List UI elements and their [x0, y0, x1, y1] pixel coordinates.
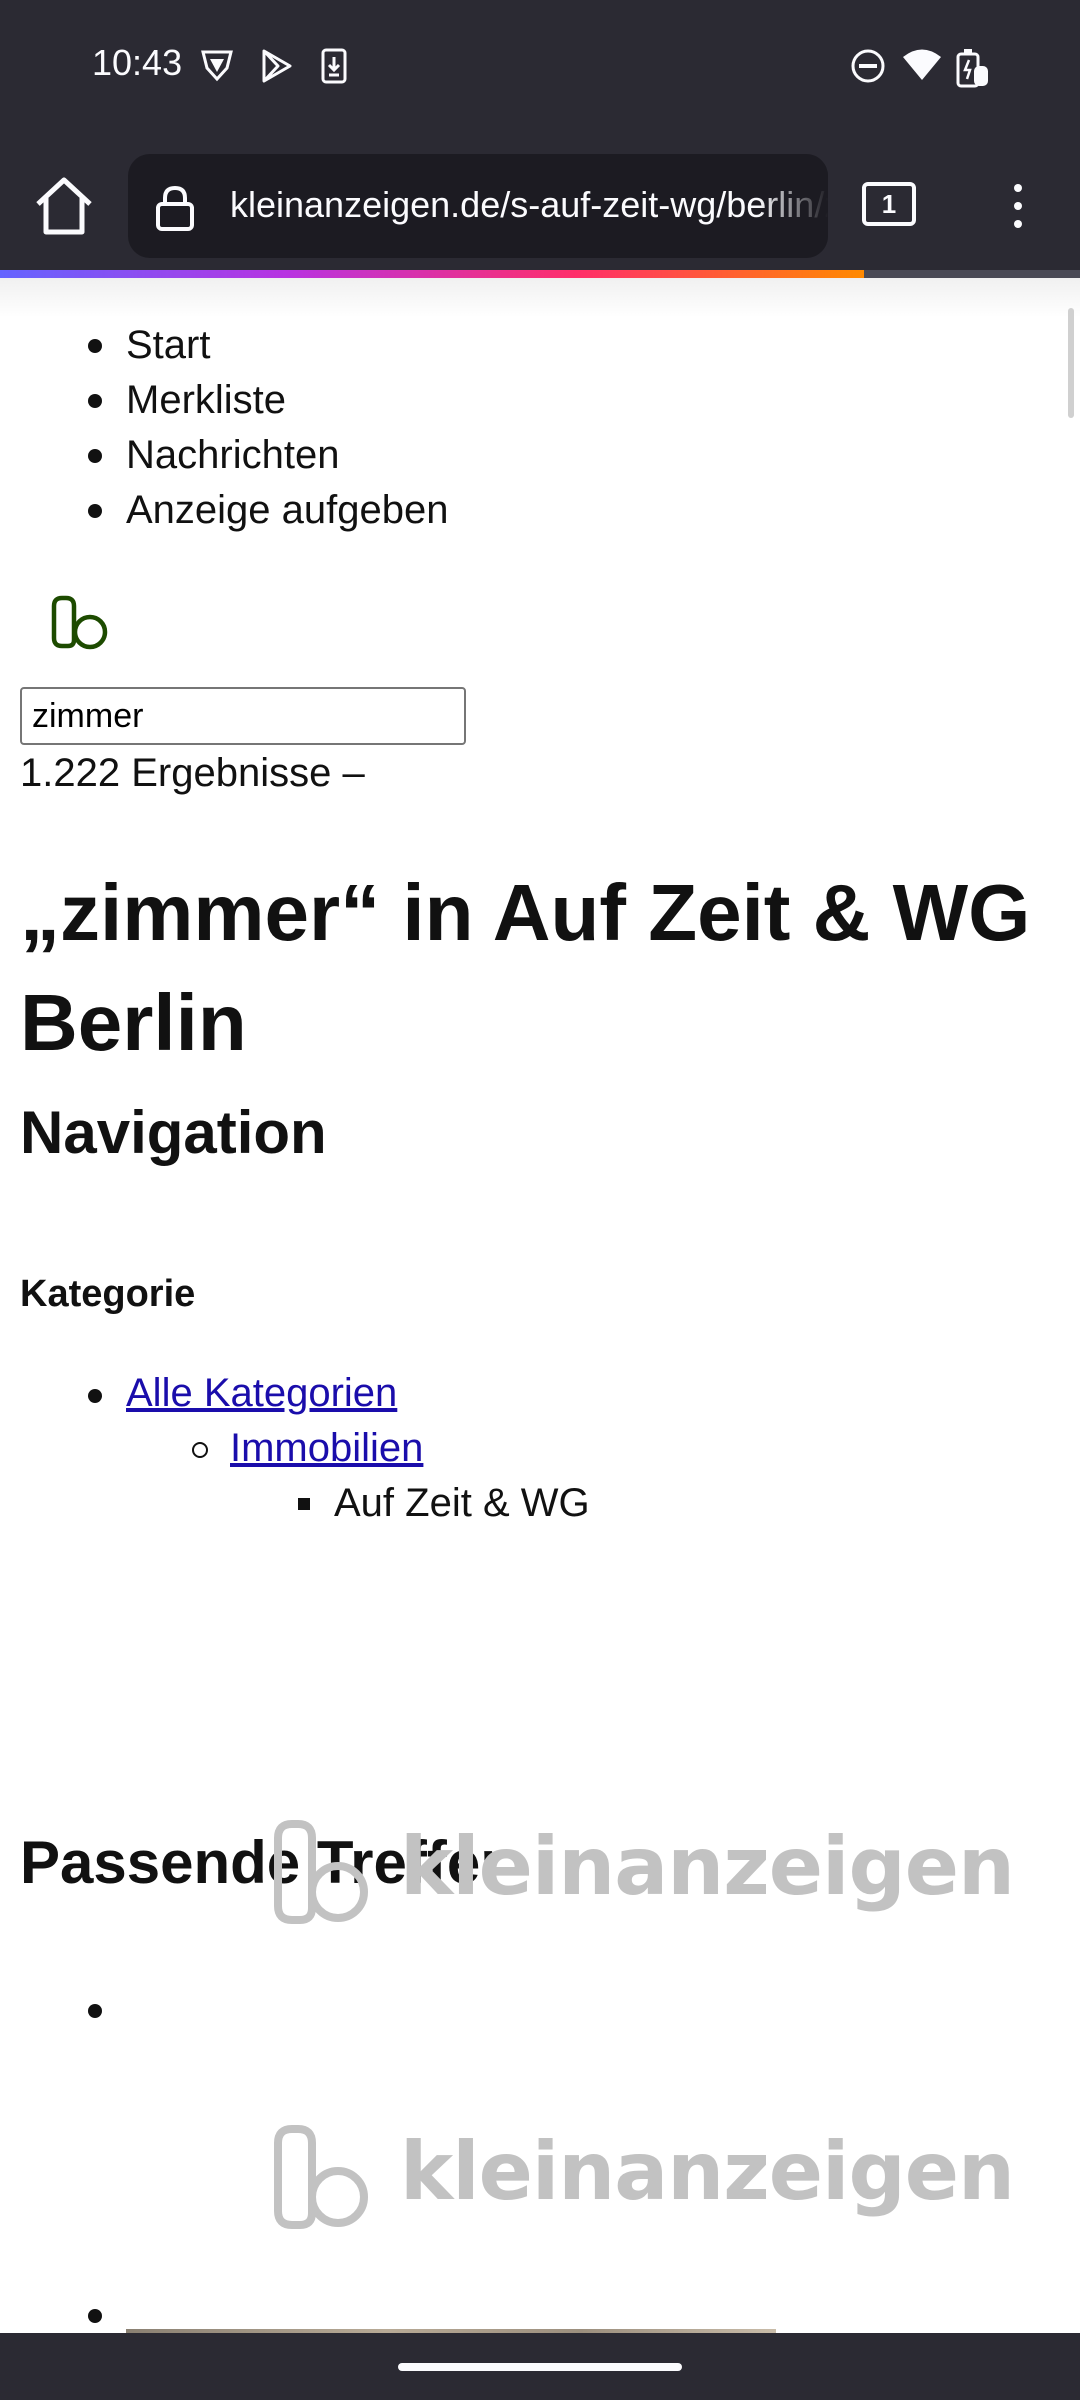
category-current: Auf Zeit & WG: [334, 1481, 590, 1525]
play-store-icon: [262, 49, 292, 83]
placeholder-logo-icon: [274, 2125, 368, 2229]
browser-toolbar: kleinanzeigen.de/s-auf-zeit-wg/berlin/zi…: [0, 140, 1080, 270]
page-load-progress-fill: [0, 270, 864, 278]
tab-counter-button[interactable]: 1: [862, 182, 916, 226]
nav-item-nachrichten[interactable]: Nachrichten: [0, 431, 449, 486]
status-time: 10:43: [92, 42, 183, 83]
nav-item-start[interactable]: Start: [0, 321, 449, 376]
lock-icon[interactable]: [154, 184, 196, 232]
nav-item-merkliste[interactable]: Merkliste: [0, 376, 449, 431]
listing-item-bullet: [88, 2004, 102, 2018]
placeholder-brand-text: kleinanzeigen: [400, 1820, 1015, 1913]
gesture-handle[interactable]: [398, 2363, 682, 2371]
placeholder-logo-icon: [274, 1820, 368, 1924]
listing-placeholder-image[interactable]: kleinanzeigen: [272, 1818, 1015, 1933]
overflow-menu-icon[interactable]: [1000, 176, 1036, 236]
download-icon: [321, 48, 347, 84]
nav-item-anzeige-aufgeben[interactable]: Anzeige aufgeben: [0, 486, 449, 541]
url-fade: [758, 154, 828, 258]
web-content: Start Merkliste Nachrichten Anzeige aufg…: [0, 278, 1080, 2333]
wifi-icon: [903, 49, 941, 80]
navigation-heading: Navigation: [20, 1099, 327, 1166]
listing-item-bullet: [88, 2309, 102, 2323]
page-title: „zimmer“ in Auf Zeit & WG Berlin: [20, 868, 1031, 1067]
placeholder-brand-text: kleinanzeigen: [400, 2125, 1015, 2218]
listing-placeholder-image[interactable]: kleinanzeigen: [272, 2123, 1015, 2238]
status-bar: 10:43: [0, 0, 1080, 140]
scrollbar[interactable]: [1068, 308, 1074, 418]
kleinanzeigen-logo-icon[interactable]: [50, 594, 114, 650]
category-link-alle-kategorien[interactable]: Alle Kategorien: [126, 1371, 397, 1415]
result-count: 1.222 Ergebnisse –: [20, 751, 365, 795]
page-load-progress: [0, 270, 1080, 278]
url-text: kleinanzeigen.de/s-auf-zeit-wg/berlin/zi…: [230, 184, 828, 225]
battery-charging-icon: [956, 49, 988, 88]
home-icon[interactable]: [30, 172, 98, 240]
system-nav-bar: [0, 2333, 1080, 2400]
vpn-shield-icon: [201, 50, 233, 82]
category-heading: Kategorie: [20, 1273, 196, 1315]
tab-count: 1: [862, 182, 916, 226]
do-not-disturb-icon: [851, 49, 885, 83]
url-bar[interactable]: kleinanzeigen.de/s-auf-zeit-wg/berlin/zi…: [128, 154, 828, 258]
site-nav: Start Merkliste Nachrichten Anzeige aufg…: [0, 321, 449, 541]
category-link-immobilien[interactable]: Immobilien: [230, 1426, 423, 1470]
search-input[interactable]: [20, 687, 466, 745]
